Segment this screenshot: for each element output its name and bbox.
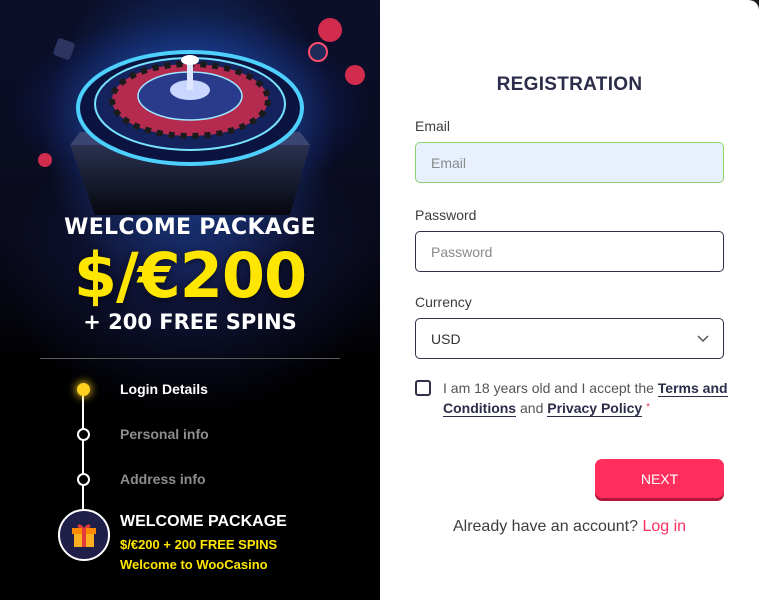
registration-modal: WELCOME PACKAGE $/€200 + 200 FREE SPINS … xyxy=(0,0,759,600)
divider xyxy=(40,358,340,359)
promo-spins: + 200 FREE SPINS xyxy=(83,310,297,334)
required-mark: * xyxy=(646,402,650,413)
gift-badge xyxy=(58,509,110,561)
terms-and: and xyxy=(520,400,544,416)
currency-select[interactable]: USD xyxy=(415,318,724,359)
step-dot-login-details xyxy=(77,383,90,396)
bonus-title: WELCOME PACKAGE xyxy=(120,513,287,530)
email-field[interactable] xyxy=(415,142,724,183)
privacy-policy-link[interactable]: Privacy Policy xyxy=(547,400,643,417)
password-field[interactable] xyxy=(415,231,724,272)
step-address-info: Address info xyxy=(120,471,206,487)
terms-text: I am 18 years old and I accept the Terms… xyxy=(443,378,728,418)
login-prompt-line: Already have an account? Log in xyxy=(380,518,759,536)
currency-value: USD xyxy=(431,330,461,347)
steps-line xyxy=(82,390,84,516)
bonus-offer: $/€200 + 200 FREE SPINS xyxy=(120,537,278,552)
currency-label: Currency xyxy=(415,294,472,310)
step-dot-personal-info xyxy=(77,428,90,441)
terms-checkbox[interactable] xyxy=(415,380,431,396)
terms-prefix: I am 18 years old and I accept the xyxy=(443,380,654,396)
email-label: Email xyxy=(415,118,451,134)
gift-icon xyxy=(72,524,96,547)
welcome-promo: WELCOME PACKAGE $/€200 + 200 FREE SPINS xyxy=(0,213,380,337)
login-prompt: Already have an account? xyxy=(452,518,638,535)
form-title: REGISTRATION xyxy=(496,74,643,95)
password-label: Password xyxy=(415,207,477,223)
promo-amount: $/€200 xyxy=(73,239,307,312)
roulette-wheel-image xyxy=(10,15,370,215)
login-link[interactable]: Log in xyxy=(642,518,686,535)
registration-form: REGISTRATION Email Password Currency USD… xyxy=(380,0,759,600)
next-button[interactable]: NEXT xyxy=(595,459,724,498)
step-dot-address-info xyxy=(77,473,90,486)
chevron-down-icon xyxy=(697,335,709,343)
step-login-details: Login Details xyxy=(120,381,208,397)
promo-panel: WELCOME PACKAGE $/€200 + 200 FREE SPINS … xyxy=(0,0,380,600)
step-personal-info: Personal info xyxy=(120,426,209,442)
bonus-welcome: Welcome to WooCasino xyxy=(120,557,268,572)
